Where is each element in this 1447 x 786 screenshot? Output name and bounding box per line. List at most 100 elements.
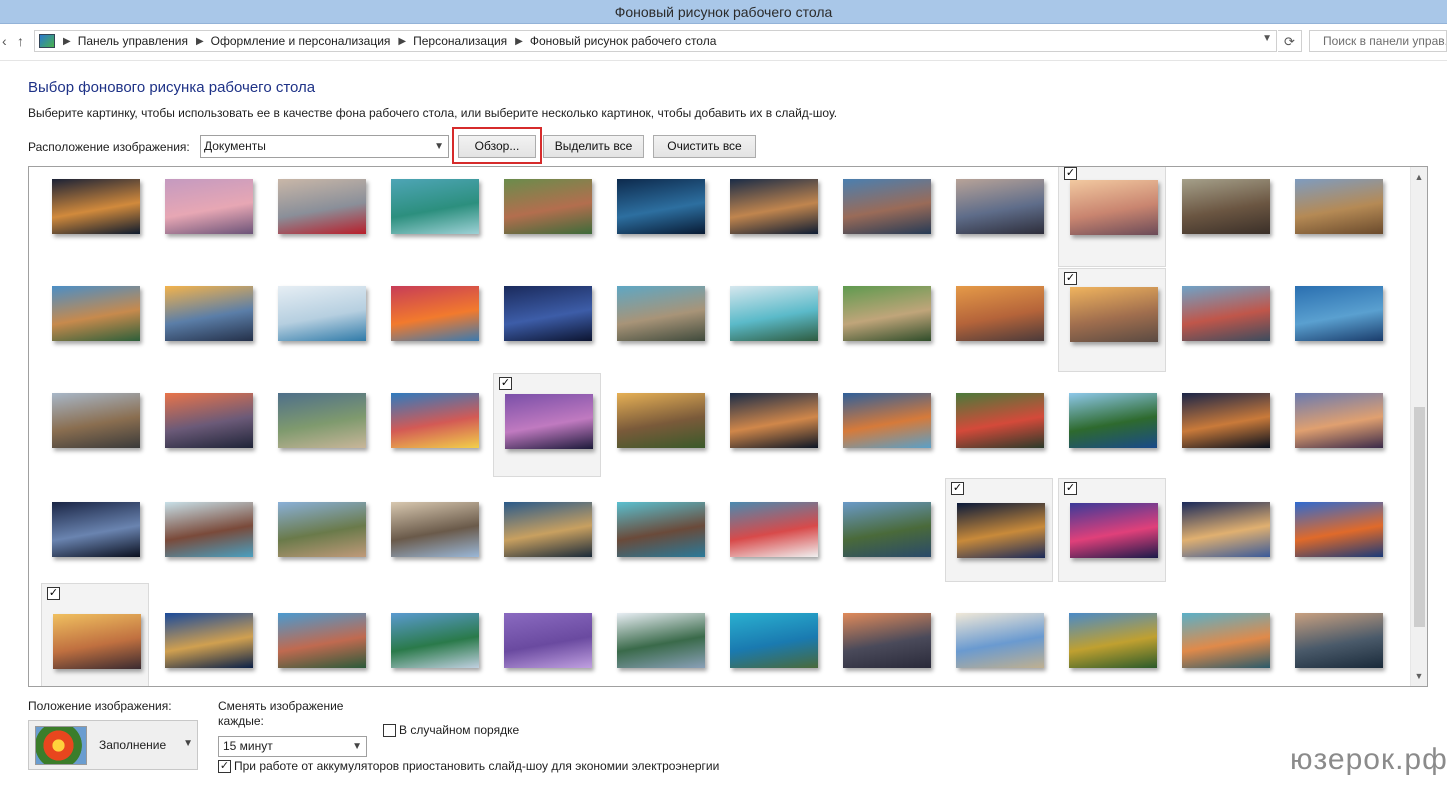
location-select[interactable]: Документы ▼ xyxy=(200,135,449,158)
wallpaper-thumbnail[interactable] xyxy=(719,583,827,686)
wallpaper-thumbnail[interactable] xyxy=(1058,373,1166,477)
scroll-up-icon[interactable]: ▲ xyxy=(1411,169,1427,185)
wallpaper-thumbnail[interactable] xyxy=(1171,268,1279,372)
wallpaper-thumbnail[interactable] xyxy=(380,268,488,372)
wallpaper-thumbnail[interactable] xyxy=(154,583,262,686)
wallpaper-image xyxy=(391,286,479,341)
wallpaper-thumbnail[interactable]: ✓ xyxy=(1058,167,1166,267)
wallpaper-thumbnail[interactable] xyxy=(1284,583,1392,686)
wallpaper-thumbnail[interactable] xyxy=(832,478,940,582)
checkbox-checked-icon[interactable]: ✓ xyxy=(1064,167,1077,180)
checkbox-checked-icon[interactable]: ✓ xyxy=(499,377,512,390)
wallpaper-thumbnail[interactable]: ✓ xyxy=(41,583,149,686)
wallpaper-thumbnail[interactable]: ✓ xyxy=(945,478,1053,582)
checkbox-checked-icon[interactable]: ✓ xyxy=(47,587,60,600)
position-select[interactable]: Заполнение ▼ xyxy=(28,720,198,770)
wallpaper-thumbnail[interactable] xyxy=(832,373,940,477)
wallpaper-image xyxy=(1182,393,1270,448)
wallpaper-thumbnail[interactable]: ✓ xyxy=(1058,478,1166,582)
wallpaper-image xyxy=(617,502,705,557)
refresh-icon[interactable]: ⟳ xyxy=(1278,30,1302,52)
wallpaper-image xyxy=(1070,287,1158,342)
clear-all-button[interactable]: Очистить все xyxy=(653,135,756,158)
checkbox-checked-icon[interactable]: ✓ xyxy=(951,482,964,495)
breadcrumb-desktop-background[interactable]: Фоновый рисунок рабочего стола xyxy=(530,34,717,48)
wallpaper-thumbnail[interactable] xyxy=(154,167,262,267)
wallpaper-thumbnail[interactable] xyxy=(41,373,149,477)
wallpaper-thumbnail[interactable] xyxy=(1284,268,1392,372)
breadcrumb-personalization[interactable]: Персонализация xyxy=(413,34,507,48)
wallpaper-thumbnail[interactable] xyxy=(493,478,601,582)
wallpaper-thumbnail[interactable] xyxy=(1171,167,1279,267)
wallpaper-thumbnail[interactable] xyxy=(1171,478,1279,582)
change-interval-select[interactable]: 15 минут ▼ xyxy=(218,736,367,757)
wallpaper-thumbnail[interactable] xyxy=(1171,373,1279,477)
wallpaper-thumbnail[interactable] xyxy=(1058,583,1166,686)
wallpaper-thumbnail[interactable] xyxy=(41,478,149,582)
wallpaper-thumbnail[interactable] xyxy=(154,373,262,477)
wallpaper-thumbnail[interactable] xyxy=(606,583,714,686)
wallpaper-image xyxy=(1295,179,1383,234)
scroll-thumb[interactable] xyxy=(1414,407,1425,627)
breadcrumb-control-panel[interactable]: Панель управления xyxy=(78,34,188,48)
wallpaper-thumbnail[interactable] xyxy=(606,268,714,372)
wallpaper-thumbnail[interactable] xyxy=(154,268,262,372)
wallpaper-thumbnail[interactable] xyxy=(380,373,488,477)
wallpaper-thumbnail[interactable] xyxy=(380,478,488,582)
shuffle-checkbox[interactable] xyxy=(383,724,396,737)
wallpaper-thumbnail[interactable] xyxy=(380,583,488,686)
wallpaper-thumbnail[interactable] xyxy=(719,373,827,477)
wallpaper-thumbnail[interactable] xyxy=(493,268,601,372)
wallpaper-thumbnail[interactable] xyxy=(945,167,1053,267)
wallpaper-thumbnail[interactable] xyxy=(41,268,149,372)
wallpaper-thumbnail[interactable] xyxy=(945,268,1053,372)
wallpaper-thumbnail[interactable] xyxy=(267,167,375,267)
wallpaper-thumbnail[interactable] xyxy=(719,268,827,372)
breadcrumb-appearance[interactable]: Оформление и персонализация xyxy=(211,34,391,48)
wallpaper-thumbnail[interactable] xyxy=(832,167,940,267)
wallpaper-thumbnail[interactable] xyxy=(1284,167,1392,267)
vertical-scrollbar[interactable]: ▲ ▼ xyxy=(1410,167,1427,686)
wallpaper-image xyxy=(956,286,1044,341)
wallpaper-thumbnail[interactable] xyxy=(945,373,1053,477)
back-icon[interactable]: ‹ xyxy=(2,27,7,55)
wallpaper-thumbnail[interactable] xyxy=(832,583,940,686)
breadcrumb-separator-icon: ▶ xyxy=(398,35,407,47)
wallpaper-thumbnail[interactable] xyxy=(267,373,375,477)
up-arrow-icon[interactable]: ↑ xyxy=(17,27,24,55)
wallpaper-thumbnail[interactable] xyxy=(945,583,1053,686)
scroll-down-icon[interactable]: ▼ xyxy=(1411,668,1427,684)
address-row: ‹ ↑ ▶ Панель управления ▶ Оформление и п… xyxy=(0,27,1447,55)
wallpaper-thumbnail[interactable] xyxy=(41,167,149,267)
wallpaper-image xyxy=(52,286,140,341)
wallpaper-thumbnail[interactable]: ✓ xyxy=(1058,268,1166,372)
wallpaper-thumbnail[interactable] xyxy=(719,478,827,582)
wallpaper-image xyxy=(391,613,479,668)
wallpaper-thumbnail[interactable] xyxy=(267,268,375,372)
address-bar[interactable]: ▶ Панель управления ▶ Оформление и персо… xyxy=(34,30,1277,52)
battery-pause-checkbox[interactable]: ✓ xyxy=(218,760,231,773)
wallpaper-gallery[interactable]: ▲ ▼ ✓ ✓ ✓ ✓ ✓ ✓ xyxy=(28,166,1428,687)
wallpaper-thumbnail[interactable] xyxy=(719,167,827,267)
wallpaper-thumbnail[interactable] xyxy=(154,478,262,582)
wallpaper-thumbnail[interactable] xyxy=(1284,478,1392,582)
wallpaper-thumbnail[interactable] xyxy=(606,478,714,582)
wallpaper-thumbnail[interactable] xyxy=(606,373,714,477)
wallpaper-thumbnail[interactable]: ✓ xyxy=(493,373,601,477)
wallpaper-thumbnail[interactable] xyxy=(1171,583,1279,686)
chevron-down-icon: ▼ xyxy=(352,741,362,752)
checkbox-checked-icon[interactable]: ✓ xyxy=(1064,482,1077,495)
wallpaper-thumbnail[interactable] xyxy=(493,167,601,267)
chevron-down-icon[interactable]: ▼ xyxy=(1262,33,1272,44)
wallpaper-thumbnail[interactable] xyxy=(267,583,375,686)
search-input[interactable]: Поиск в панели управ... xyxy=(1309,30,1447,52)
wallpaper-thumbnail[interactable] xyxy=(606,167,714,267)
wallpaper-thumbnail[interactable] xyxy=(267,478,375,582)
wallpaper-thumbnail[interactable] xyxy=(493,583,601,686)
wallpaper-thumbnail[interactable] xyxy=(380,167,488,267)
select-all-button[interactable]: Выделить все xyxy=(543,135,644,158)
wallpaper-image xyxy=(165,179,253,234)
wallpaper-thumbnail[interactable] xyxy=(1284,373,1392,477)
checkbox-checked-icon[interactable]: ✓ xyxy=(1064,272,1077,285)
wallpaper-thumbnail[interactable] xyxy=(832,268,940,372)
